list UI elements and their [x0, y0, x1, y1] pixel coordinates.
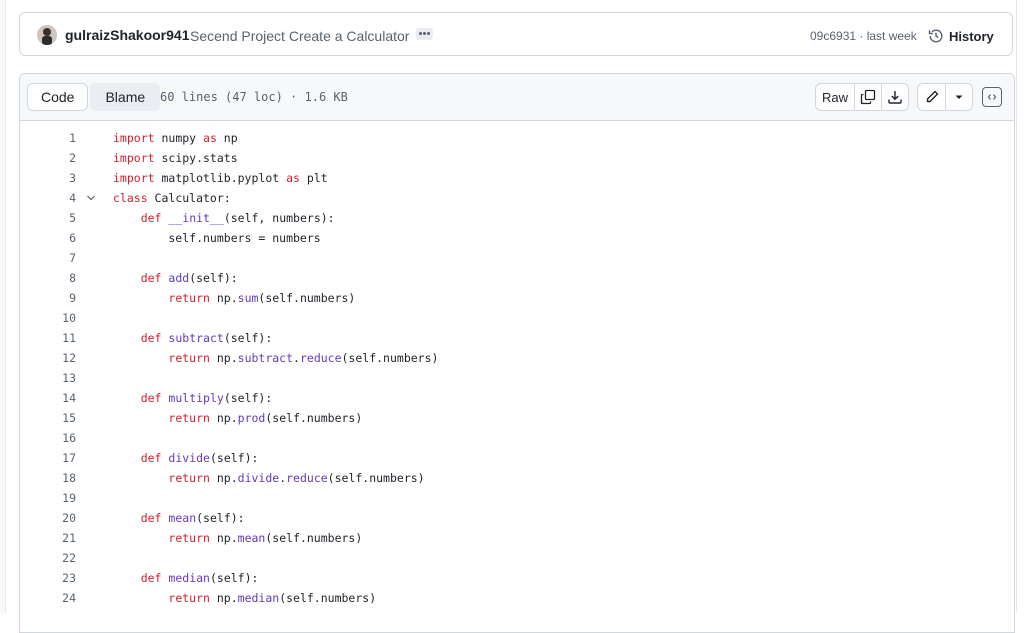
commit-hash-time[interactable]: 09c6931 · last week: [810, 29, 917, 43]
code-line[interactable]: 21 return np.mean(self.numbers): [20, 528, 1014, 548]
commit-author-link[interactable]: gulraizShakoor941: [65, 27, 190, 43]
line-number[interactable]: 5: [20, 208, 76, 228]
edit-dropdown-button[interactable]: [946, 84, 972, 110]
download-button[interactable]: [882, 84, 908, 110]
code-area[interactable]: 1 import numpy as np 2 import scipy.stats 3 i…: [20, 128, 1014, 608]
download-icon: [888, 91, 902, 104]
code-line[interactable]: 1 import numpy as np: [20, 128, 1014, 148]
code-text: def __init__(self, numbers):: [140, 211, 335, 225]
avatar-image: [37, 25, 57, 45]
raw-button[interactable]: Raw: [816, 84, 855, 110]
edit-button[interactable]: [918, 84, 946, 110]
code-line[interactable]: 23 def median(self):: [20, 568, 1014, 588]
line-number[interactable]: 23: [20, 568, 76, 588]
symbols-panel-button[interactable]: [982, 87, 1002, 107]
line-number[interactable]: 16: [20, 428, 76, 448]
code-text: import numpy as np: [113, 131, 238, 145]
code-text: return np.subtract.reduce(self.numbers): [168, 351, 439, 365]
tab-code[interactable]: Code: [27, 83, 89, 111]
code-text: return np.mean(self.numbers): [168, 531, 363, 545]
copy-button[interactable]: [855, 84, 882, 110]
code-line[interactable]: 14 def multiply(self):: [20, 388, 1014, 408]
line-number[interactable]: 3: [20, 168, 76, 188]
code-line[interactable]: 16: [20, 428, 1014, 448]
code-text: def multiply(self):: [140, 391, 273, 405]
code-line[interactable]: 9 return np.sum(self.numbers): [20, 288, 1014, 308]
line-number[interactable]: 10: [20, 308, 76, 328]
code-line[interactable]: 6 self.numbers = numbers: [20, 228, 1014, 248]
code-text: def median(self):: [140, 571, 259, 585]
code-text: import matplotlib.pyplot as plt: [113, 171, 328, 185]
copy-icon: [860, 89, 876, 105]
code-text: import scipy.stats: [113, 151, 238, 165]
code-line[interactable]: 11 def subtract(self):: [20, 328, 1014, 348]
file-viewer: Code Blame 60 lines (47 loc) · 1.6 KB Ra…: [19, 73, 1015, 633]
line-number[interactable]: 14: [20, 388, 76, 408]
code-line[interactable]: 13: [20, 368, 1014, 388]
line-number[interactable]: 12: [20, 348, 76, 368]
code-text: def subtract(self):: [140, 331, 273, 345]
code-line[interactable]: 8 def add(self):: [20, 268, 1014, 288]
code-line[interactable]: 12 return np.subtract.reduce(self.number…: [20, 348, 1014, 368]
commit-message-link[interactable]: Secend Project Create a Calculator: [190, 28, 409, 44]
code-text: def mean(self):: [140, 511, 245, 525]
code-text: return np.divide.reduce(self.numbers): [168, 471, 425, 485]
code-line[interactable]: 2 import scipy.stats: [20, 148, 1014, 168]
view-toggle: Code Blame: [27, 83, 161, 111]
scrollbar-track[interactable]: [1016, 0, 1034, 613]
latest-commit-bar: gulraizShakoor941 Secend Project Create …: [19, 12, 1013, 56]
line-number[interactable]: 15: [20, 408, 76, 428]
code-line[interactable]: 4 class Calculator:: [20, 188, 1014, 208]
code-text: def add(self):: [140, 271, 238, 285]
code-line[interactable]: 18 return np.divide.reduce(self.numbers): [20, 468, 1014, 488]
history-label: History: [949, 28, 994, 44]
code-text: return np.median(self.numbers): [168, 591, 377, 605]
line-number[interactable]: 20: [20, 508, 76, 528]
code-text: def divide(self):: [140, 451, 259, 465]
code-line[interactable]: 10: [20, 308, 1014, 328]
code-line[interactable]: 19: [20, 488, 1014, 508]
code-text: return np.prod(self.numbers): [168, 411, 363, 425]
line-number[interactable]: 7: [20, 248, 76, 268]
edit-group: [917, 83, 973, 111]
history-button[interactable]: History: [928, 26, 994, 46]
pencil-icon: [926, 90, 938, 103]
code-line[interactable]: 3 import matplotlib.pyplot as plt: [20, 168, 1014, 188]
line-number[interactable]: 6: [20, 228, 76, 248]
chevron-down-icon[interactable]: [86, 193, 96, 203]
line-number[interactable]: 24: [20, 588, 76, 608]
line-number[interactable]: 22: [20, 548, 76, 568]
code-text: return np.sum(self.numbers): [168, 291, 356, 305]
kebab-horizontal-icon[interactable]: [416, 28, 433, 40]
line-number[interactable]: 19: [20, 488, 76, 508]
left-panel-edge: [0, 0, 6, 613]
line-number[interactable]: 4: [20, 188, 76, 208]
line-number[interactable]: 17: [20, 448, 76, 468]
tab-blame[interactable]: Blame: [90, 83, 161, 111]
code-line[interactable]: 17 def divide(self):: [20, 448, 1014, 468]
line-number[interactable]: 11: [20, 328, 76, 348]
code-line[interactable]: 7: [20, 248, 1014, 268]
code-text: class Calculator:: [113, 191, 231, 205]
line-number[interactable]: 21: [20, 528, 76, 548]
code-square-icon: [987, 94, 997, 100]
line-number[interactable]: 18: [20, 468, 76, 488]
line-number[interactable]: 9: [20, 288, 76, 308]
avatar[interactable]: [37, 25, 57, 45]
code-line[interactable]: 22: [20, 548, 1014, 568]
file-info: 60 lines (47 loc) · 1.6 KB: [160, 90, 348, 104]
code-text: self.numbers = numbers: [113, 231, 321, 245]
file-header: Code Blame 60 lines (47 loc) · 1.6 KB Ra…: [20, 74, 1014, 121]
line-number[interactable]: 1: [20, 128, 76, 148]
code-line[interactable]: 5 def __init__(self, numbers):: [20, 208, 1014, 228]
code-line[interactable]: 15 return np.prod(self.numbers): [20, 408, 1014, 428]
code-line[interactable]: 20 def mean(self):: [20, 508, 1014, 528]
history-clock-icon: [928, 29, 943, 43]
code-line[interactable]: 24 return np.median(self.numbers): [20, 588, 1014, 608]
raw-copy-download-group: Raw: [815, 83, 909, 111]
line-number[interactable]: 2: [20, 148, 76, 168]
line-number[interactable]: 8: [20, 268, 76, 288]
triangle-down-icon: [955, 95, 963, 99]
line-number[interactable]: 13: [20, 368, 76, 388]
